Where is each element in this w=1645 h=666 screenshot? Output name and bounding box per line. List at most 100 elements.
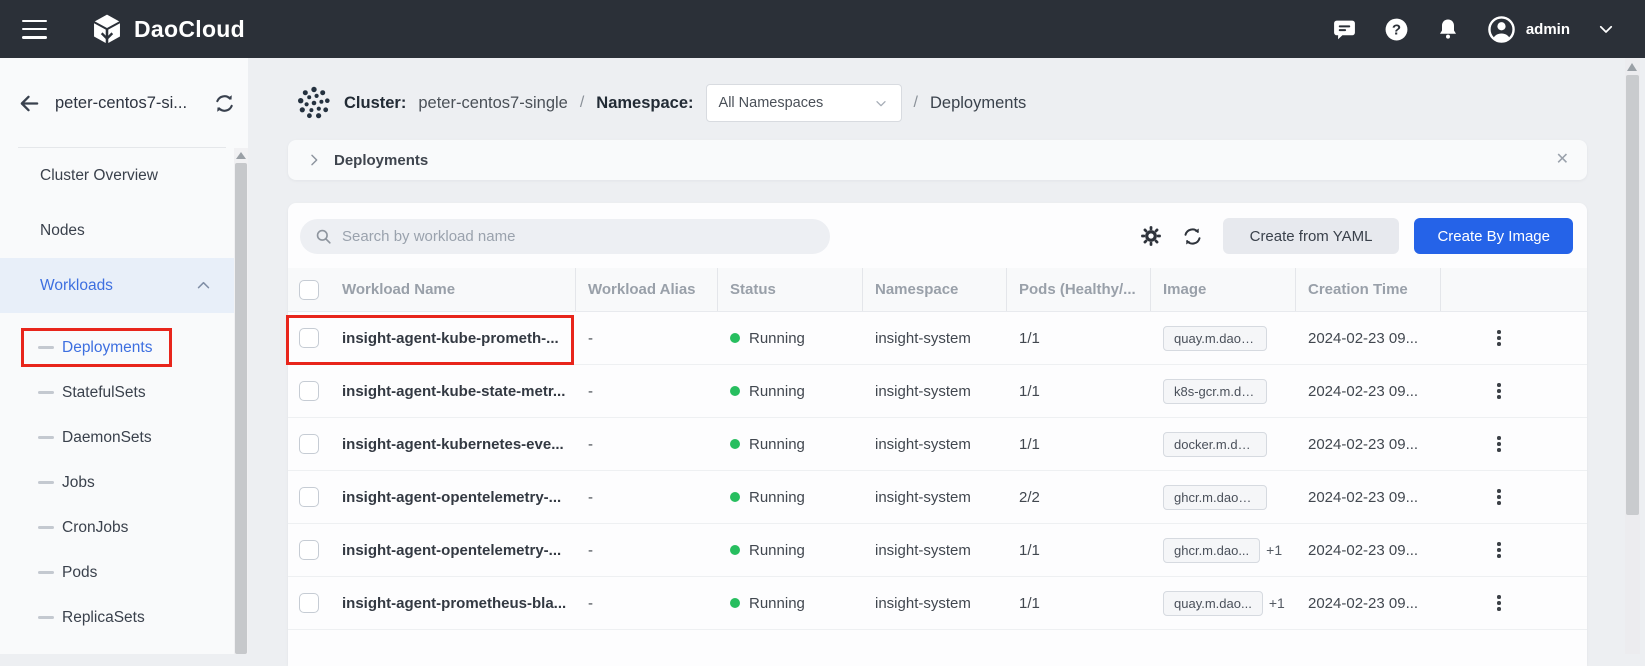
page-scrollbar[interactable] [1625,58,1640,654]
breadcrumb: Cluster: peter-centos7-single / Namespac… [296,72,1026,134]
chat-icon[interactable] [1332,17,1357,42]
status-text: Running [749,330,805,347]
hamburger-menu-icon[interactable] [22,20,47,39]
actions-cell [1441,432,1587,456]
image-cell: quay.m.dao...+1 [1151,591,1296,616]
dash-icon [38,526,54,529]
sidebar-item-deployments[interactable]: Deployments [0,325,234,370]
sidebar-item-jobs[interactable]: Jobs [0,460,234,505]
dash-icon [38,571,54,574]
row-checkbox[interactable] [299,328,319,348]
pods-cell: 1/1 [1007,383,1151,400]
table-row: insight-agent-opentelemetry-...-Runningi… [288,524,1587,577]
actions-cell [1441,326,1587,350]
refresh-icon[interactable] [1181,225,1204,248]
row-actions-kebab[interactable] [1493,538,1505,562]
page-scrollbar-thumb[interactable] [1626,75,1639,515]
status-dot [730,386,740,396]
sidebar-item-pods[interactable]: Pods [0,550,234,595]
row-actions-kebab[interactable] [1493,432,1505,456]
workload-name-cell[interactable]: insight-agent-kubernetes-eve... [330,436,576,453]
row-actions-kebab[interactable] [1493,326,1505,350]
image-chip[interactable]: docker.m.daocl... [1163,432,1267,457]
namespace-select[interactable]: All Namespaces [706,84,902,122]
chevron-right-icon[interactable] [306,152,322,168]
status-text: Running [749,383,805,400]
status-cell: Running [718,542,863,559]
row-checkbox[interactable] [299,487,319,507]
row-checkbox[interactable] [299,540,319,560]
sidebar-item-workloads[interactable]: Workloads [0,258,234,313]
search-icon [314,227,333,246]
sidebar-item-cluster-overview[interactable]: Cluster Overview [0,148,234,203]
create-from-yaml-button[interactable]: Create from YAML [1223,218,1400,254]
creation-time-cell: 2024-02-23 09... [1296,595,1441,612]
row-select-cell [288,593,330,613]
status-dot [730,439,740,449]
search-box[interactable] [300,219,830,254]
sidebar-item-statefulsets[interactable]: StatefulSets [0,370,234,415]
status-dot [730,545,740,555]
creation-time-cell: 2024-02-23 09... [1296,542,1441,559]
close-icon[interactable]: ✕ [1556,152,1569,168]
workload-name-cell[interactable]: insight-agent-opentelemetry-... [330,489,576,506]
sidebar-item-cronjobs[interactable]: CronJobs [0,505,234,550]
workload-name-cell[interactable]: insight-agent-kube-prometh-... [330,330,576,347]
namespace-select-value: All Namespaces [719,95,824,111]
row-actions-kebab[interactable] [1493,485,1505,509]
create-by-image-button[interactable]: Create By Image [1414,218,1573,254]
dash-icon [38,346,54,349]
workload-alias-cell: - [576,595,718,612]
creation-time-cell: 2024-02-23 09... [1296,383,1441,400]
daocloud-logo[interactable]: DaoCloud [90,12,245,46]
row-actions-kebab[interactable] [1493,379,1505,403]
scroll-up-arrow-icon[interactable] [1627,63,1637,71]
workload-name-cell[interactable]: insight-agent-prometheus-bla... [330,595,576,612]
user-menu[interactable]: admin [1487,15,1570,44]
workloads-table: Workload NameWorkload AliasStatusNamespa… [288,268,1587,630]
top-bar: DaoCloud ? admin [0,0,1645,58]
scroll-up-arrow-icon[interactable] [236,152,246,159]
gear-icon[interactable] [1140,225,1162,247]
image-cell: docker.m.daocl... [1151,432,1296,457]
row-checkbox[interactable] [299,381,319,401]
image-chip[interactable]: quay.m.daoclo... [1163,326,1267,351]
column-header-pods-healthy: Pods (Healthy/... [1007,268,1151,311]
image-chip[interactable]: quay.m.dao... [1163,591,1263,616]
image-chip[interactable]: k8s-gcr.m.dao... [1163,379,1267,404]
sidebar-item-replicasets[interactable]: ReplicaSets [0,595,234,640]
sidebar-item-label: Pods [62,564,97,582]
image-chip[interactable]: ghcr.m.daoclo... [1163,485,1267,510]
sidebar-scrollbar[interactable] [234,148,248,654]
sidebar-item-nodes[interactable]: Nodes [0,203,234,258]
sidebar-scrollbar-thumb[interactable] [235,163,247,654]
row-select-cell [288,434,330,454]
back-arrow-icon[interactable] [18,92,41,115]
user-chevron-down-icon[interactable] [1597,20,1615,38]
cluster-switch-icon[interactable] [213,92,236,115]
cluster-value[interactable]: peter-centos7-single [418,94,568,113]
namespace-cell: insight-system [863,436,1007,453]
search-input[interactable] [342,228,816,245]
workload-name-cell[interactable]: insight-agent-opentelemetry-... [330,542,576,559]
creation-time-cell: 2024-02-23 09... [1296,330,1441,347]
image-extra-count: +1 [1266,542,1282,558]
bell-icon[interactable] [1436,17,1460,41]
pods-cell: 1/1 [1007,436,1151,453]
select-all-checkbox[interactable] [299,280,319,300]
status-cell: Running [718,383,863,400]
status-text: Running [749,489,805,506]
pods-cell: 1/1 [1007,595,1151,612]
row-actions-kebab[interactable] [1493,591,1505,615]
sidebar-item-daemonsets[interactable]: DaemonSets [0,415,234,460]
image-chip[interactable]: ghcr.m.dao... [1163,538,1260,563]
deployments-panel-bar[interactable]: Deployments ✕ [288,140,1587,180]
row-checkbox[interactable] [299,593,319,613]
help-icon[interactable]: ? [1384,17,1409,42]
sidebar-item-label: Workloads [40,277,113,295]
row-checkbox[interactable] [299,434,319,454]
column-header-workload-name: Workload Name [330,268,576,311]
table-row: insight-agent-opentelemetry-...-Runningi… [288,471,1587,524]
workload-name-cell[interactable]: insight-agent-kube-state-metr... [330,383,576,400]
table-header: Workload NameWorkload AliasStatusNamespa… [288,268,1587,312]
